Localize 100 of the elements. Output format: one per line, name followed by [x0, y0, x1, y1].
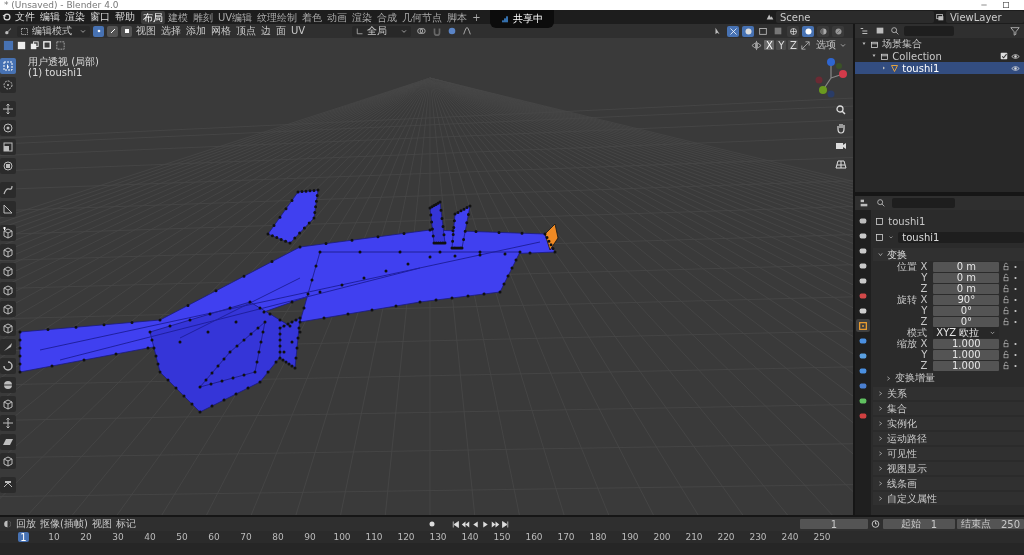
workspace-tab[interactable]: 雕刻: [191, 10, 215, 24]
camera-icon[interactable]: [835, 140, 847, 152]
tool-button[interactable]: [0, 358, 16, 374]
tool-button[interactable]: [0, 396, 16, 412]
add-workspace-button[interactable]: +: [470, 10, 483, 24]
menu-item[interactable]: 选择: [160, 25, 182, 37]
workspace-tab[interactable]: 建模: [166, 10, 190, 24]
blender-logo-icon[interactable]: [2, 12, 12, 22]
playhead[interactable]: 1: [18, 532, 29, 542]
tool-button[interactable]: [0, 301, 16, 317]
jump-start-icon[interactable]: [450, 519, 460, 529]
lock-icon[interactable]: [1002, 361, 1011, 370]
workspace-tab[interactable]: 动画: [325, 10, 350, 24]
previous-keyframe-icon[interactable]: [460, 519, 470, 529]
axis-toggle[interactable]: Y: [776, 40, 787, 50]
keyframe-dot-icon[interactable]: [1013, 296, 1019, 303]
lock-icon[interactable]: [1002, 339, 1011, 348]
lock-icon[interactable]: [1002, 273, 1011, 282]
play-icon[interactable]: [480, 519, 490, 529]
menu-item[interactable]: 视图: [135, 25, 157, 37]
menu-item[interactable]: 面: [275, 25, 287, 37]
play-reverse-icon[interactable]: [470, 519, 480, 529]
axis-gizmo-drawing[interactable]: [815, 58, 847, 98]
workspace-tab[interactable]: 布局: [141, 10, 165, 24]
menu-item[interactable]: 渲染: [63, 11, 87, 23]
search-icon[interactable]: [876, 198, 887, 208]
edge-select-button[interactable]: [107, 25, 118, 37]
keyframe-dot-icon[interactable]: [1013, 307, 1019, 314]
menu-item[interactable]: 帮助: [113, 11, 137, 23]
search-icon[interactable]: [890, 26, 901, 36]
lock-icon[interactable]: [1002, 350, 1011, 359]
panel-header[interactable]: 关系: [873, 387, 1024, 400]
start-frame-field[interactable]: 起始 1: [882, 519, 955, 529]
menu-item[interactable]: UV: [290, 25, 307, 37]
menu-item[interactable]: 视图: [90, 518, 113, 530]
number-field[interactable]: 1.000: [933, 360, 1000, 371]
options-dropdown[interactable]: 选项: [813, 39, 851, 51]
expand-icon[interactable]: [800, 39, 812, 51]
number-field[interactable]: 0 m: [933, 283, 1000, 294]
tool-button[interactable]: [0, 158, 16, 174]
tool-button[interactable]: [0, 434, 16, 450]
tool-button[interactable]: [0, 320, 16, 336]
subsection-header[interactable]: 变换增量: [873, 371, 1024, 385]
axis-toggle[interactable]: Z: [788, 40, 799, 50]
menu-item[interactable]: 窗口: [88, 11, 112, 23]
end-frame-field[interactable]: 结束点 250: [956, 519, 1024, 529]
editor-type-icon[interactable]: [3, 26, 14, 36]
number-field[interactable]: 0 m: [933, 261, 1000, 272]
tool-button[interactable]: [0, 201, 16, 217]
next-keyframe-icon[interactable]: [490, 519, 500, 529]
selection-mode-icon[interactable]: [42, 39, 53, 51]
lock-icon[interactable]: [1002, 262, 1011, 271]
tool-button[interactable]: [0, 244, 16, 260]
keyframe-dot-icon[interactable]: [1013, 351, 1019, 358]
menu-item[interactable]: 标记: [114, 518, 137, 530]
workspace-tab[interactable]: 纹理绘制: [255, 10, 300, 24]
solid-shading-button[interactable]: [802, 25, 815, 37]
falloff-icon[interactable]: [461, 26, 474, 36]
workspace-tab[interactable]: 几何节点: [400, 10, 445, 24]
keyframe-dot-icon[interactable]: [1013, 340, 1019, 347]
tool-button[interactable]: [0, 139, 16, 155]
workspace-tab[interactable]: 着色: [300, 10, 325, 24]
panel-header[interactable]: 可见性: [873, 447, 1024, 460]
expand-caret-icon[interactable]: [877, 251, 885, 258]
panel-header[interactable]: 运动路径: [873, 432, 1024, 445]
menu-item[interactable]: 网格: [210, 25, 232, 37]
checkbox-icon[interactable]: [1000, 52, 1008, 60]
current-frame-field[interactable]: 1: [799, 519, 868, 529]
overlay-toggle[interactable]: [742, 25, 755, 37]
tool-button[interactable]: [0, 263, 16, 279]
pivot-icon[interactable]: [414, 26, 429, 36]
filter-icon[interactable]: [1009, 26, 1021, 36]
mesh-overlay-icon[interactable]: [757, 26, 770, 36]
number-field[interactable]: 0°: [933, 316, 1000, 327]
number-field[interactable]: 0°: [933, 305, 1000, 316]
tool-button[interactable]: [0, 477, 16, 493]
selection-mode-icon[interactable]: [16, 39, 27, 51]
menu-item[interactable]: 回放: [15, 518, 37, 530]
panel-header[interactable]: 自定义属性: [873, 492, 1024, 505]
grid-icon[interactable]: [835, 158, 847, 170]
number-field[interactable]: 90°: [933, 294, 1000, 305]
lock-icon[interactable]: [1002, 295, 1011, 304]
rendered-shading-button[interactable]: [832, 25, 845, 37]
zoom-icon[interactable]: [835, 104, 847, 116]
outliner-row[interactable]: toushi1: [855, 62, 1024, 74]
tool-button[interactable]: [0, 339, 16, 355]
view-layer-field[interactable]: ViewLayer: [946, 11, 1024, 23]
workspace-tab[interactable]: UV编辑: [216, 10, 255, 24]
keyframe-dot-icon[interactable]: [1013, 263, 1019, 270]
panel-header[interactable]: 视图显示: [873, 462, 1024, 475]
clock-icon[interactable]: [869, 519, 881, 529]
keyframe-dot-icon[interactable]: [1013, 274, 1019, 281]
tool-button[interactable]: [0, 415, 16, 431]
vertex-select-button[interactable]: [93, 25, 104, 37]
panel-header[interactable]: 实例化: [873, 417, 1024, 430]
keyframe-dot-icon[interactable]: [1013, 318, 1019, 325]
number-field[interactable]: 1.000: [933, 349, 1000, 360]
scene-field[interactable]: Scene: [776, 11, 934, 23]
section-header[interactable]: 变换: [873, 248, 1024, 261]
tool-button[interactable]: [0, 453, 16, 469]
